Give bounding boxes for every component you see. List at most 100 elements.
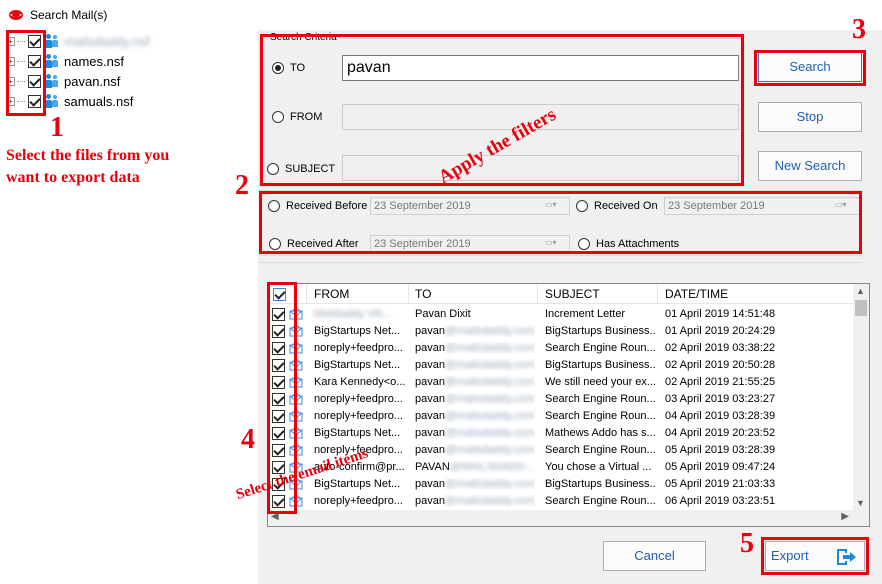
users-icon [45, 94, 59, 108]
cancel-button[interactable]: Cancel [603, 541, 706, 571]
table-row[interactable]: noreply+feedpro... pavan@mailsdaddy.com Se… [268, 493, 854, 510]
annotation-number-3: 3 [852, 14, 866, 45]
column-header-from[interactable]: FROM [314, 287, 349, 301]
annotation-number-5: 5 [740, 528, 754, 559]
envelope-icon [289, 393, 303, 405]
table-row[interactable]: Kara Kennedy<o... pavan@mailsdaddy.com We … [268, 374, 854, 391]
tree-item[interactable]: + names.nsf [6, 52, 124, 70]
cell-from: BigStartups Net... [314, 478, 401, 490]
grid-header: FROM TO SUBJECT DATE/TIME [268, 284, 854, 304]
cell-to: pavan [415, 495, 445, 507]
cell-to: pavan [415, 427, 445, 439]
row-checkbox[interactable] [272, 308, 285, 321]
row-checkbox[interactable] [272, 342, 285, 355]
cell-from: BigStartups Net... [314, 325, 401, 337]
cell-datetime: 05 April 2019 09:47:24 [665, 461, 776, 473]
cell-datetime: 01 April 2019 14:51:48 [665, 308, 776, 320]
tree-item[interactable]: + pavan.nsf [6, 72, 120, 90]
received-before-label: Received Before [286, 200, 368, 212]
row-checkbox[interactable] [272, 427, 285, 440]
file-tree-pane [0, 30, 258, 584]
tree-connector [17, 100, 25, 102]
cell-to: pavan [415, 325, 445, 337]
cell-datetime: 02 April 2019 20:50:28 [665, 359, 776, 371]
to-blurred-suffix: @mailsdaddy.com [444, 444, 535, 456]
cell-from: noreply+feedpro... [314, 342, 403, 354]
table-row[interactable]: noreply+feedpro... pavan@mailsdaddy.com Se… [268, 408, 854, 425]
subject-input[interactable] [342, 155, 739, 181]
horizontal-scrollbar[interactable]: ◀ ▶ [268, 510, 869, 526]
expand-icon[interactable]: + [6, 96, 15, 106]
table-row[interactable]: BigStartups Net... pavan@mailsdaddy.com Bi… [268, 357, 854, 374]
table-row[interactable]: noreply+feedpro... pavan@mailsdaddy.com Se… [268, 340, 854, 357]
envelope-icon [289, 427, 303, 439]
app-logo-icon [9, 10, 23, 20]
tree-item[interactable]: + mailsdaddy.nsf [6, 32, 150, 50]
column-header-datetime[interactable]: DATE/TIME [665, 287, 728, 301]
stop-button[interactable]: Stop [758, 102, 862, 132]
tree-item-checkbox[interactable] [28, 74, 41, 88]
row-checkbox[interactable] [272, 325, 285, 338]
select-all-checkbox[interactable] [273, 288, 286, 301]
cell-to: pavan [415, 342, 445, 354]
row-checkbox[interactable] [272, 376, 285, 389]
subject-radio[interactable] [267, 163, 279, 175]
calendar-dropdown-icon: ▭▾ [545, 238, 557, 247]
table-row[interactable]: BigStartups Net... pavan@mailsdaddy.com Bi… [268, 476, 854, 493]
table-row[interactable]: BigStartups Net... pavan@mailsdaddy.com Bi… [268, 323, 854, 340]
envelope-icon [289, 410, 303, 422]
cell-to: Pavan Dixit [415, 308, 471, 320]
tree-item-checkbox[interactable] [28, 94, 41, 108]
scroll-thumb[interactable] [855, 300, 867, 316]
cell-to: pavan [415, 359, 445, 371]
cell-from: noreply+feedpro... [314, 495, 403, 507]
has-attachments-radio[interactable] [578, 238, 590, 250]
cell-from: Kara Kennedy<o... [314, 376, 406, 388]
tree-item-checkbox[interactable] [28, 34, 41, 48]
column-header-subject[interactable]: SUBJECT [545, 287, 600, 301]
from-radio[interactable] [272, 111, 284, 123]
received-before-radio[interactable] [268, 200, 280, 212]
cell-from: BigStartups Net... [314, 427, 401, 439]
expand-icon[interactable]: + [6, 76, 15, 86]
scroll-up-icon[interactable]: ▲ [856, 286, 865, 296]
table-row[interactable]: noreply+feedpro... pavan@mailsdaddy.com Se… [268, 391, 854, 408]
column-header-to[interactable]: TO [415, 287, 431, 301]
has-attachments-label: Has Attachments [596, 238, 680, 250]
scroll-down-icon[interactable]: ▼ [856, 498, 865, 508]
tree-item-label: samuals.nsf [64, 93, 134, 109]
row-checkbox[interactable] [272, 444, 285, 457]
table-row[interactable]: BigStartups Net... pavan@mailsdaddy.com Ma… [268, 425, 854, 442]
envelope-icon [289, 359, 303, 371]
row-checkbox[interactable] [272, 495, 285, 508]
table-row[interactable]: Maildaddy VR... Pavan Dixit Increment Lett… [268, 306, 854, 323]
search-button[interactable]: Search [758, 52, 862, 82]
to-radio[interactable] [272, 62, 284, 74]
new-search-button[interactable]: New Search [758, 151, 862, 181]
to-blurred-suffix: @mailsdaddy.com [444, 376, 535, 388]
received-before-date[interactable]: 23 September 2019 ▭▾ [370, 197, 570, 215]
to-input[interactable]: pavan [342, 55, 739, 81]
cell-datetime: 06 April 2019 03:23:51 [665, 495, 776, 507]
cell-subject: Mathews Addo has s... [545, 427, 655, 439]
received-on-radio[interactable] [576, 200, 588, 212]
row-checkbox[interactable] [272, 393, 285, 406]
row-checkbox[interactable] [272, 359, 285, 372]
received-after-radio[interactable] [269, 238, 281, 250]
users-icon [45, 34, 59, 48]
expand-icon[interactable]: + [6, 36, 15, 46]
title-bar: Search Mail(s) [0, 0, 882, 30]
tree-item-checkbox[interactable] [28, 54, 41, 68]
tree-item[interactable]: + samuals.nsf [6, 92, 133, 110]
vertical-scrollbar[interactable]: ▲ ▼ [853, 284, 869, 510]
export-button[interactable]: Export [765, 541, 865, 571]
row-checkbox[interactable] [272, 410, 285, 423]
annotation-number-4: 4 [241, 424, 255, 455]
users-icon [45, 54, 59, 68]
scroll-right-icon[interactable]: ▶ [841, 511, 849, 522]
received-after-date[interactable]: 23 September 2019 ▭▾ [370, 235, 570, 253]
received-on-date[interactable]: 23 September 2019 ▭▾ [664, 197, 860, 215]
scroll-left-icon[interactable]: ◀ [271, 511, 279, 522]
expand-icon[interactable]: + [6, 56, 15, 66]
to-blurred-suffix: @MAILSDADD... [449, 461, 535, 473]
